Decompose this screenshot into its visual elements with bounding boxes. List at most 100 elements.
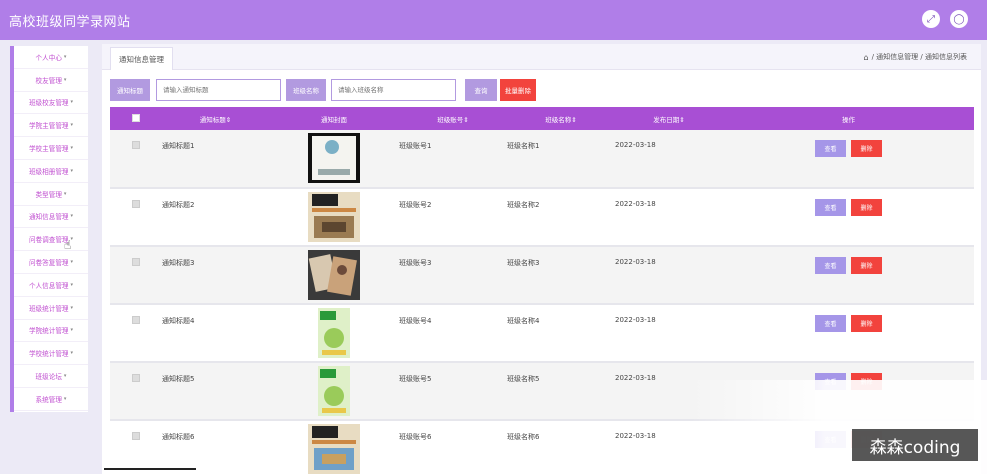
table-row: 通知标题3 班级账号3 班级名称3 2022-03-18 查看 删除 [110, 246, 974, 304]
sidebar-item-school-stats[interactable]: 学校统计管理 ▾ [14, 342, 88, 366]
row-date: 2022-03-18 [615, 200, 656, 208]
row-class-name: 班级名称3 [507, 259, 540, 267]
row-checkbox[interactable] [132, 258, 140, 266]
chevron-down-icon: ▾ [70, 304, 74, 311]
row-title: 通知标题1 [162, 142, 195, 150]
query-button[interactable]: 查询 [465, 79, 497, 101]
breadcrumb-bar: 通知信息管理 ⌂ / 通知信息管理 / 通知信息列表 [102, 44, 981, 70]
notice-cover-image [318, 308, 350, 358]
delete-button[interactable]: 删除 [851, 257, 882, 274]
select-all-checkbox[interactable] [132, 113, 140, 122]
row-checkbox[interactable] [132, 432, 140, 440]
row-account: 班级账号4 [399, 317, 432, 325]
notice-cover-image [308, 192, 360, 242]
sidebar-item-personal-info[interactable]: 个人信息管理 ▾ [14, 274, 88, 297]
tab-notice[interactable]: 通知信息管理 [110, 47, 173, 70]
top-bar: 高校班级同学录网站 ⤢ ◯ [0, 0, 987, 40]
progress-line [104, 468, 196, 470]
delete-button[interactable]: 删除 [851, 315, 882, 332]
row-class-name: 班级名称4 [507, 317, 540, 325]
chevron-down-icon: ▾ [70, 327, 74, 334]
row-checkbox[interactable] [132, 316, 140, 324]
class-search-input[interactable] [331, 79, 456, 101]
title-label: 通知标题 [110, 79, 150, 101]
row-title: 通知标题6 [162, 433, 195, 441]
sidebar-item-survey[interactable]: 问卷调查管理 ▾ [14, 228, 88, 252]
sidebar-item-notice[interactable]: 通知信息管理 ▾ [14, 206, 88, 229]
chevron-down-icon: ▾ [63, 395, 67, 402]
row-account: 班级账号3 [399, 259, 432, 267]
row-account: 班级账号2 [399, 201, 432, 209]
chevron-down-icon: ▾ [70, 259, 74, 266]
sidebar-item-college-stats[interactable]: 学院统计管理 ▾ [14, 320, 88, 343]
sidebar-item-forum[interactable]: 班级论坛 ▾ [14, 365, 88, 388]
row-date: 2022-03-18 [615, 141, 656, 149]
view-button[interactable]: 查看 [815, 257, 846, 274]
title-search-input[interactable] [156, 79, 281, 101]
fullscreen-icon[interactable]: ⤢ [922, 10, 940, 28]
delete-button[interactable]: 删除 [851, 199, 882, 216]
chevron-down-icon: ▾ [63, 373, 67, 380]
chevron-down-icon: ▾ [63, 53, 67, 60]
sidebar-item-alumni[interactable]: 校友管理 ▾ [14, 69, 88, 92]
view-button[interactable]: 查看 [815, 140, 846, 157]
row-class-name: 班级名称6 [507, 433, 540, 441]
breadcrumb-text: / 通知信息管理 / 通知信息列表 [871, 53, 967, 61]
sidebar-item-survey-reply[interactable]: 问卷答复管理 ▾ [14, 251, 88, 274]
user-icon[interactable]: ◯ [950, 10, 968, 28]
notice-cover-image [318, 366, 350, 416]
column-header: 操作 [842, 115, 855, 124]
class-name-label: 班级名称 [286, 79, 326, 101]
row-date: 2022-03-18 [615, 316, 656, 324]
sidebar: 个人中心 ▾ 校友管理 ▾ 班级校友管理 ▾ 学院主管管理 ▾ 学校主管管理 ▾ 班级相册… [10, 46, 88, 412]
search-bar: 通知标题 班级名称 查询 批量删除 [110, 79, 970, 101]
view-button[interactable]: 查看 [815, 199, 846, 216]
row-account: 班级账号5 [399, 375, 432, 383]
row-class-name: 班级名称1 [507, 142, 540, 150]
chevron-down-icon: ▾ [70, 213, 74, 220]
table-header-row: 通知标题⇕ 通知封面 班级账号⇕ 班级名称⇕ 发布日期⇕ 操作 [110, 107, 974, 130]
table-row: 通知标题1 班级账号1 班级名称1 2022-03-18 查看 删除 [110, 130, 974, 188]
row-checkbox[interactable] [132, 374, 140, 382]
batch-delete-button[interactable]: 批量删除 [500, 79, 536, 101]
chevron-down-icon: ▾ [70, 122, 74, 129]
chevron-down-icon: ▾ [70, 281, 74, 288]
chevron-down-icon: ▾ [63, 190, 67, 197]
chevron-down-icon: ▾ [70, 167, 74, 174]
notice-cover-image [308, 133, 360, 183]
breadcrumb: ⌂ / 通知信息管理 / 通知信息列表 [864, 52, 967, 62]
home-icon[interactable]: ⌂ [864, 53, 869, 62]
notice-cover-image [308, 250, 360, 300]
chevron-down-icon: ▾ [63, 76, 67, 83]
table-row: 通知标题2 班级账号2 班级名称2 2022-03-18 查看 删除 [110, 188, 974, 246]
sidebar-item-profile[interactable]: 个人中心 ▾ [14, 46, 88, 69]
row-class-name: 班级名称2 [507, 201, 540, 209]
column-header[interactable]: 发布日期⇕ [615, 107, 723, 130]
sidebar-item-class-stats[interactable]: 班级统计管理 ▾ [14, 297, 88, 320]
sidebar-item-school-admin[interactable]: 学校主管管理 ▾ [14, 137, 88, 160]
app-title: 高校班级同学录网站 [9, 15, 131, 30]
sidebar-item-class-album[interactable]: 班级相册管理 ▾ [14, 160, 88, 183]
sidebar-item-class-alumni[interactable]: 班级校友管理 ▾ [14, 92, 88, 115]
row-title: 通知标题3 [162, 259, 195, 267]
column-header: 通知封面 [321, 115, 347, 124]
sidebar-item-type[interactable]: 类型管理 ▾ [14, 183, 88, 206]
chevron-down-icon: ▾ [70, 99, 74, 106]
row-date: 2022-03-18 [615, 258, 656, 266]
column-header[interactable]: 班级账号⇕ [399, 107, 507, 130]
column-header[interactable]: 班级名称⇕ [507, 107, 615, 130]
sidebar-item-college-admin[interactable]: 学院主管管理 ▾ [14, 114, 88, 138]
row-checkbox[interactable] [132, 141, 140, 149]
row-title: 通知标题5 [162, 375, 195, 383]
chevron-down-icon: ▾ [70, 145, 74, 152]
row-checkbox[interactable] [132, 200, 140, 208]
row-title: 通知标题2 [162, 201, 195, 209]
delete-button[interactable]: 删除 [851, 140, 882, 157]
sidebar-item-system[interactable]: 系统管理 ▾ [14, 388, 88, 411]
chevron-down-icon: ▾ [70, 350, 74, 357]
row-account: 班级账号6 [399, 433, 432, 441]
row-class-name: 班级名称5 [507, 375, 540, 383]
notice-cover-image [308, 424, 360, 474]
view-button[interactable]: 查看 [815, 315, 846, 332]
column-header[interactable]: 通知标题⇕ [162, 107, 269, 130]
